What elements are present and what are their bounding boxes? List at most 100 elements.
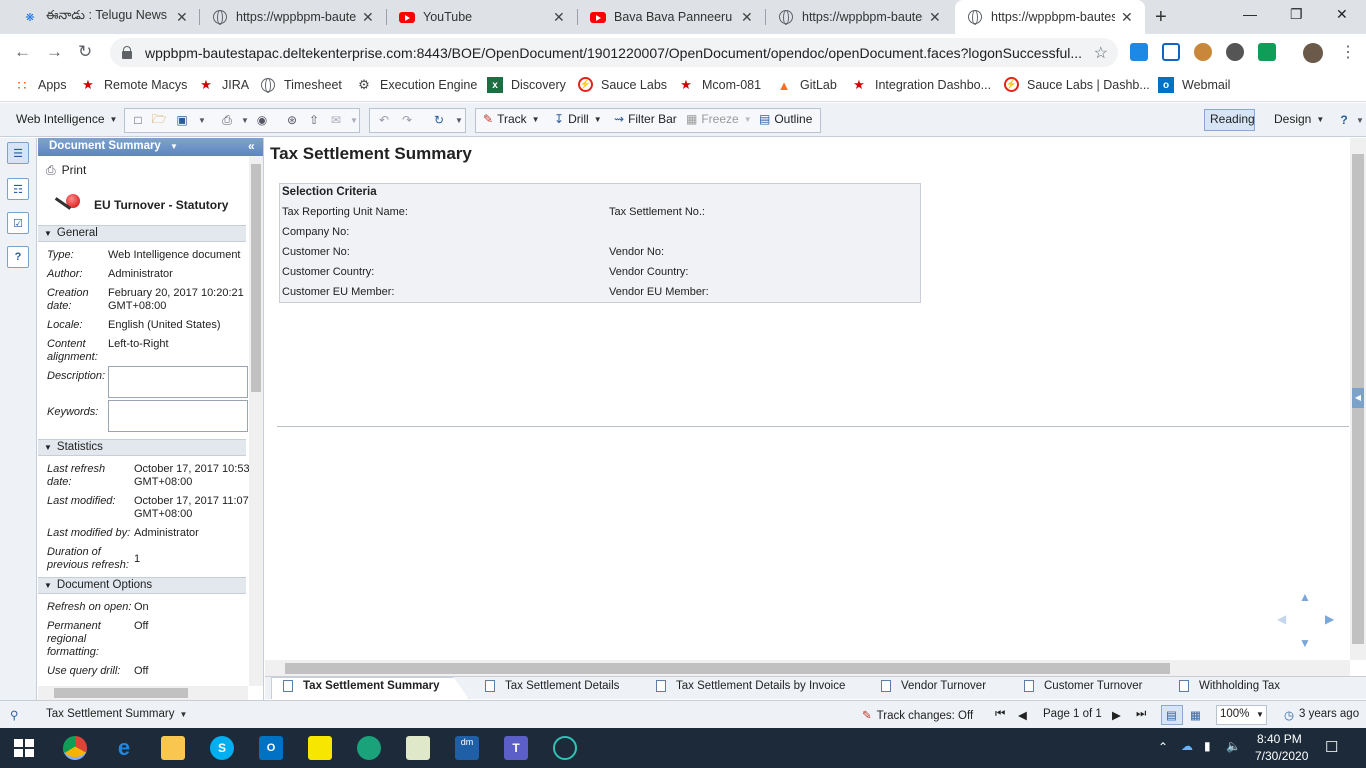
- scrollbar-thumb[interactable]: [54, 688, 188, 698]
- tab-customer-turnover[interactable]: Customer Turnover: [1024, 680, 1142, 692]
- scrollbar-thumb[interactable]: [285, 663, 1170, 674]
- bookmark-gitlab[interactable]: ▲ GitLab: [776, 77, 837, 93]
- bookmark-timesheet[interactable]: Timesheet: [260, 77, 342, 93]
- filter-bar-button[interactable]: ⇝ Filter Bar: [614, 112, 677, 126]
- undo-icon[interactable]: ↶: [376, 112, 392, 128]
- chrome-menu-icon[interactable]: ⋮: [1340, 42, 1356, 62]
- browser-tab-eenadu[interactable]: ❋ ఈనాడు : Telugu News | ✕: [10, 0, 200, 34]
- onedrive-icon[interactable]: ☁: [1181, 739, 1193, 753]
- url-text[interactable]: wppbpm-bautestapac.deltekenterprise.com:…: [145, 45, 1094, 61]
- panel-header[interactable]: Document Summary ▼ «: [38, 138, 263, 156]
- report-vertical-scrollbar[interactable]: ◀: [1350, 138, 1366, 660]
- side-panel-toggle-icon[interactable]: ◀: [1352, 388, 1364, 408]
- description-field[interactable]: [108, 366, 248, 398]
- tray-chevron-up-icon[interactable]: ⌃: [1158, 740, 1168, 754]
- bookmark-jira[interactable]: ★ JIRA: [198, 77, 249, 93]
- export-icon[interactable]: ⇧: [306, 112, 322, 128]
- collapse-panel-icon[interactable]: «: [248, 139, 255, 153]
- new-document-icon[interactable]: □: [130, 112, 146, 128]
- windows-extension-icon[interactable]: [1130, 43, 1148, 61]
- track-changes-indicator[interactable]: ✎ Track changes: Off: [862, 708, 973, 722]
- document-summary-icon[interactable]: ☰: [7, 142, 29, 164]
- outline-button[interactable]: ▤ Outline: [759, 112, 812, 126]
- app-circle-icon[interactable]: [357, 736, 381, 760]
- tab-tax-settlement-details[interactable]: Tax Settlement Details: [485, 680, 619, 692]
- sticky-notes-icon[interactable]: [308, 736, 332, 760]
- browser-tab-youtube[interactable]: YouTube ✕: [387, 0, 577, 34]
- section-document-options-header[interactable]: ▼ Document Options: [38, 577, 246, 594]
- notepad-icon[interactable]: [406, 736, 430, 760]
- extension-icon[interactable]: [1162, 43, 1180, 61]
- help-panel-icon[interactable]: ?: [7, 246, 29, 268]
- email-icon[interactable]: ✉: [328, 112, 344, 128]
- page-nav-up-icon[interactable]: ▲: [1299, 590, 1311, 604]
- refresh-icon[interactable]: ↻: [431, 112, 447, 128]
- bookmark-webmail[interactable]: o Webmail: [1158, 77, 1230, 93]
- freeze-button[interactable]: ▦ Freeze ▼: [686, 112, 752, 126]
- structure-icon[interactable]: ⚲: [10, 708, 18, 722]
- design-mode-button[interactable]: Design ▼: [1274, 112, 1324, 126]
- bookmark-sauce-labs[interactable]: ⚡ Sauce Labs: [578, 77, 667, 92]
- bookmark-apps[interactable]: ∷ Apps: [14, 77, 67, 93]
- keywords-field[interactable]: [108, 400, 248, 432]
- bookmark-mcom-081[interactable]: ★ Mcom-081: [678, 77, 761, 93]
- browser-tab-wppbpm-2[interactable]: https://wppbpm-bautest ✕: [766, 0, 953, 34]
- chrome-taskbar-icon[interactable]: [63, 736, 87, 760]
- clock-date[interactable]: 7/30/2020: [1255, 749, 1308, 763]
- reload-icon[interactable]: ↻: [78, 42, 92, 62]
- navigation-map-icon[interactable]: ☶: [7, 178, 29, 200]
- profile-avatar[interactable]: [1303, 43, 1323, 63]
- bookmark-remote-macys[interactable]: ★ Remote Macys: [80, 77, 187, 93]
- bookmark-execution-engine[interactable]: ⚙ Execution Engine: [356, 77, 477, 93]
- printer-icon[interactable]: ⎙: [219, 112, 235, 128]
- web-intelligence-menu[interactable]: Web Intelligence ▼: [16, 112, 117, 126]
- back-arrow-icon[interactable]: ←: [14, 42, 31, 62]
- browser-tab-wppbpm-active[interactable]: https://wppbpm-bautes ✕: [955, 0, 1145, 34]
- cookie-extension-icon[interactable]: [1194, 43, 1212, 61]
- first-page-icon[interactable]: ⏮: [995, 708, 1005, 721]
- minimize-icon[interactable]: —: [1243, 6, 1257, 22]
- scrollbar-thumb[interactable]: [251, 164, 261, 392]
- chevron-down-icon[interactable]: ▼: [194, 112, 210, 128]
- app-gear-icon[interactable]: [553, 736, 577, 760]
- windows-start-icon[interactable]: [12, 736, 36, 760]
- quick-display-icon[interactable]: ▦: [1190, 708, 1201, 722]
- chevron-down-icon[interactable]: ▼: [346, 112, 362, 128]
- tab-tax-settlement-details-by-invoice[interactable]: Tax Settlement Details by Invoice: [656, 680, 845, 692]
- panel-horizontal-scrollbar[interactable]: [38, 686, 248, 700]
- close-tab-icon[interactable]: ✕: [929, 9, 943, 26]
- tab-withholding-tax[interactable]: Withholding Tax: [1179, 680, 1280, 692]
- battery-icon[interactable]: ▮: [1204, 739, 1211, 753]
- chevron-down-icon[interactable]: ▼: [451, 112, 467, 128]
- page-nav-right-icon[interactable]: ▶: [1325, 612, 1334, 626]
- extension-circle-icon[interactable]: [1226, 43, 1244, 61]
- close-tab-icon[interactable]: ✕: [1121, 9, 1135, 26]
- forward-arrow-icon[interactable]: →: [46, 42, 63, 62]
- previous-page-icon[interactable]: ◀: [1018, 708, 1027, 722]
- section-statistics-header[interactable]: ▼ Statistics: [38, 439, 246, 456]
- open-folder-icon[interactable]: 🗁: [151, 112, 167, 128]
- bookmark-sauce-labs-dashboard[interactable]: ⚡ Sauce Labs | Dashb...: [1004, 77, 1150, 92]
- page-nav-left-icon[interactable]: ◀: [1277, 612, 1286, 626]
- page-nav-down-icon[interactable]: ▼: [1299, 636, 1311, 650]
- file-explorer-icon[interactable]: [161, 736, 185, 760]
- edge-taskbar-icon[interactable]: e: [112, 736, 136, 760]
- track-button[interactable]: ✎ Track ▼: [483, 112, 540, 126]
- save-icon[interactable]: ▣: [174, 112, 190, 128]
- next-page-icon[interactable]: ▶: [1112, 708, 1121, 722]
- close-tab-icon[interactable]: ✕: [553, 9, 567, 26]
- clock-time[interactable]: 8:40 PM: [1257, 732, 1302, 746]
- find-binoculars-icon[interactable]: ◉: [254, 112, 270, 128]
- browser-tab-wppbpm-1[interactable]: https://wppbpm-bautest ✕: [200, 0, 386, 34]
- chevron-down-icon[interactable]: ▼: [1352, 112, 1366, 128]
- notifications-icon[interactable]: ☐: [1325, 738, 1338, 756]
- current-report-selector[interactable]: Tax Settlement Summary ▼: [46, 708, 187, 720]
- track-history-icon[interactable]: ⊛: [284, 112, 300, 128]
- input-controls-icon[interactable]: ☑: [7, 212, 29, 234]
- page-indicator[interactable]: Page 1 of 1: [1043, 708, 1102, 720]
- report-horizontal-scrollbar[interactable]: [265, 660, 1350, 676]
- reading-mode-button[interactable]: Reading: [1210, 112, 1255, 126]
- tab-vendor-turnover[interactable]: Vendor Turnover: [881, 680, 986, 692]
- close-tab-icon[interactable]: ✕: [362, 9, 376, 26]
- chevron-down-icon[interactable]: ▼: [237, 112, 253, 128]
